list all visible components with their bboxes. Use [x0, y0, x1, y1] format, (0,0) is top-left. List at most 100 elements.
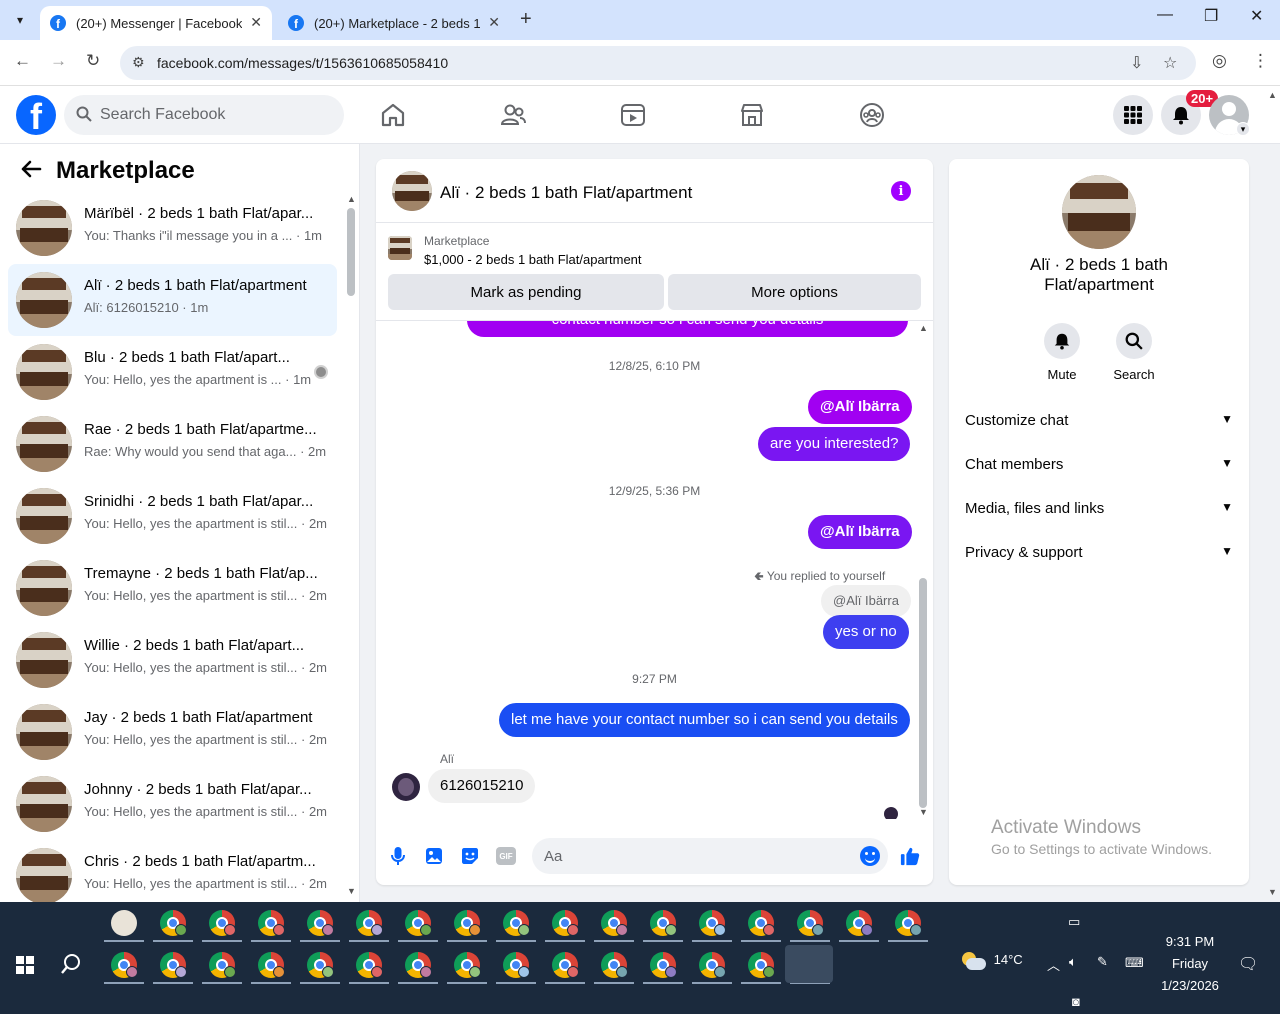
close-window-icon[interactable]: ✕ — [1250, 6, 1263, 26]
site-info-icon[interactable]: ⚙ — [132, 54, 145, 71]
message-bubble-sent[interactable]: yes or no — [823, 615, 909, 649]
chrome-app-icon[interactable] — [552, 952, 579, 978]
chrome-app-icon[interactable] — [601, 952, 628, 978]
chrome-app-icon[interactable] — [699, 910, 726, 936]
chrome-app-icon[interactable] — [258, 952, 285, 978]
new-tab-plus-icon[interactable]: + — [520, 8, 532, 31]
microphone-icon[interactable] — [388, 846, 408, 866]
chrome-app-icon[interactable] — [356, 952, 383, 978]
chrome-app-icon[interactable] — [405, 910, 432, 936]
chrome-app-icon[interactable] — [797, 910, 824, 936]
volume-icon[interactable]: 🔈︎ — [1069, 954, 1077, 970]
privacy-support-row[interactable]: Privacy & support ▼ — [965, 544, 1233, 568]
chrome-app-icon[interactable] — [307, 952, 334, 978]
chrome-app-icon[interactable] — [307, 910, 334, 936]
chrome-app-icon[interactable] — [209, 952, 236, 978]
listing-price[interactable]: $1,000 - 2 beds 1 bath Flat/apartment — [424, 252, 642, 267]
tab-search-chevron-icon[interactable]: ▾ — [8, 8, 32, 32]
conversation-item[interactable]: Rae · 2 beds 1 bath Flat/apartme... Rae:… — [8, 408, 337, 480]
conversation-list-scrollbar[interactable] — [347, 208, 355, 296]
scroll-down-arrow-icon[interactable]: ▼ — [919, 807, 928, 817]
message-bubble-mention[interactable]: @Alï Ibärra — [808, 515, 912, 549]
reload-icon[interactable]: ↻ — [86, 51, 100, 71]
media-files-links-row[interactable]: Media, files and links ▼ — [965, 500, 1233, 524]
close-tab-icon[interactable]: ✕ — [488, 14, 500, 31]
scroll-up-arrow-icon[interactable]: ▲ — [919, 323, 928, 333]
message-input-box[interactable] — [532, 838, 888, 874]
mute-button[interactable]: Mute — [1032, 323, 1092, 382]
chrome-app-icon[interactable] — [111, 952, 138, 978]
groups-icon[interactable] — [858, 101, 886, 129]
chrome-app-icon[interactable] — [748, 910, 775, 936]
clock-time[interactable]: 9:31 PM — [1165, 934, 1215, 949]
facebook-search[interactable] — [64, 95, 344, 135]
menu-grid-button[interactable] — [1113, 95, 1153, 135]
chrome-app-icon[interactable] — [258, 910, 285, 936]
pen-icon[interactable]: ✎ — [1097, 954, 1108, 970]
emoji-icon[interactable] — [860, 846, 880, 866]
bookmark-star-icon[interactable]: ☆ — [1163, 53, 1177, 73]
minimize-icon[interactable]: — — [1157, 6, 1173, 24]
tab-messenger[interactable]: f (20+) Messenger | Facebook ✕ — [40, 6, 272, 40]
page-scroll-up-icon[interactable]: ▲ — [1268, 90, 1277, 100]
conversation-item[interactable]: Willie · 2 beds 1 bath Flat/apart... You… — [8, 624, 337, 696]
search-input[interactable] — [100, 95, 330, 135]
sticker-icon[interactable] — [460, 846, 480, 866]
friends-icon[interactable] — [499, 101, 527, 129]
kebab-menu-icon[interactable]: ⋮ — [1252, 51, 1269, 71]
more-options-button[interactable]: More options — [668, 274, 921, 310]
chrome-app-icon[interactable] — [503, 910, 530, 936]
conversation-item[interactable]: Märïbël · 2 beds 1 bath Flat/apar... You… — [8, 192, 337, 264]
gif-icon[interactable]: GIF — [496, 847, 516, 865]
notification-center-icon[interactable]: 🗨︎ — [1238, 954, 1258, 974]
install-app-icon[interactable]: ⇩ — [1130, 53, 1143, 73]
forward-arrow-icon[interactable]: → — [50, 51, 67, 71]
message-thread-scrollbar[interactable] — [919, 578, 927, 808]
weather-widget[interactable]: 14°C — [960, 952, 1023, 970]
message-bubble-sent[interactable]: are you interested? — [758, 427, 911, 461]
info-icon[interactable]: i — [891, 181, 911, 201]
chat-title[interactable]: Alï · 2 beds 1 bath Flat/apartment — [440, 183, 692, 203]
back-arrow-icon[interactable]: ← — [14, 51, 31, 71]
customize-chat-row[interactable]: Customize chat ▼ — [965, 412, 1233, 436]
listing-thumbnail-large[interactable] — [1062, 175, 1136, 249]
marketplace-icon[interactable] — [738, 101, 766, 129]
message-bubble-sent[interactable]: let me have your contact number so i can… — [499, 703, 910, 737]
conversation-item-active[interactable]: Alï · 2 beds 1 bath Flat/apartment Alï: … — [8, 264, 337, 336]
chrome-app-icon[interactable] — [552, 910, 579, 936]
scroll-down-arrow-icon[interactable]: ▼ — [347, 886, 356, 896]
chrome-app-icon[interactable] — [650, 910, 677, 936]
tray-chevron-up-icon[interactable]: ︿ — [1047, 955, 1060, 974]
chrome-app-icon[interactable] — [160, 910, 187, 936]
quoted-message[interactable]: @Alï Ibärra — [821, 585, 911, 617]
message-input[interactable] — [544, 838, 844, 874]
scroll-up-arrow-icon[interactable]: ▲ — [347, 194, 356, 204]
paint-app-icon[interactable] — [111, 910, 137, 936]
chat-members-row[interactable]: Chat members ▼ — [965, 456, 1233, 480]
message-bubble-received[interactable]: 6126015210 — [428, 769, 536, 803]
windows-start-icon[interactable] — [16, 956, 34, 974]
chrome-app-icon[interactable] — [160, 952, 187, 978]
maximize-icon[interactable]: ❐ — [1204, 6, 1218, 26]
chrome-app-icon[interactable] — [699, 952, 726, 978]
conversation-item[interactable]: Chris · 2 beds 1 bath Flat/apartm... You… — [8, 840, 337, 902]
message-bubble-sent[interactable]: contact number so i can send you details — [467, 321, 908, 337]
thumbs-up-icon[interactable] — [900, 846, 920, 866]
chrome-app-icon[interactable] — [454, 952, 481, 978]
chrome-app-icon[interactable] — [601, 910, 628, 936]
taskbar-search-icon[interactable] — [60, 953, 82, 981]
listing-thumbnail[interactable] — [392, 171, 432, 211]
conversation-item[interactable]: Srinidhi · 2 beds 1 bath Flat/apar... Yo… — [8, 480, 337, 552]
listing-thumbnail[interactable] — [388, 236, 412, 260]
display-icon[interactable]: ▭ — [1068, 914, 1080, 930]
chrome-app-icon[interactable] — [846, 910, 873, 936]
video-icon[interactable] — [619, 101, 647, 129]
address-bar[interactable]: ⚙ facebook.com/messages/t/15636106850584… — [120, 46, 1196, 80]
conversation-item[interactable]: Jay · 2 beds 1 bath Flat/apartment You: … — [8, 696, 337, 768]
chrome-app-icon[interactable] — [895, 910, 922, 936]
conversation-item[interactable]: Blu · 2 beds 1 bath Flat/apart... You: H… — [8, 336, 337, 408]
clock-date[interactable]: 1/23/2026 — [1155, 978, 1225, 993]
profile-icon[interactable]: ◎ — [1212, 51, 1227, 71]
chrome-app-icon[interactable] — [454, 910, 481, 936]
conversation-item[interactable]: Tremayne · 2 beds 1 bath Flat/ap... You:… — [8, 552, 337, 624]
